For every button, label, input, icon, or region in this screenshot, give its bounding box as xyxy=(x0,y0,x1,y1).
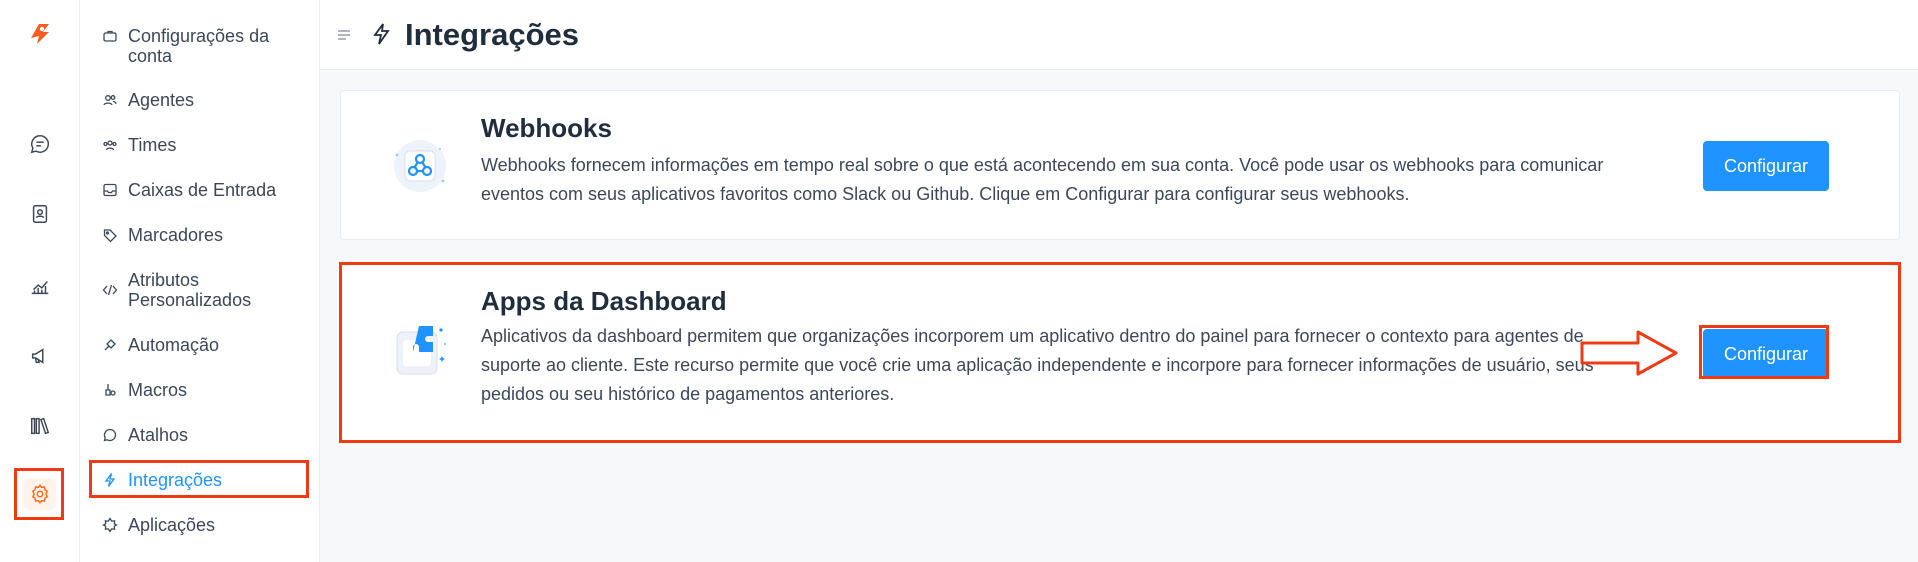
people-icon xyxy=(102,92,118,108)
contacts-icon[interactable] xyxy=(24,198,56,230)
card-title: Webhooks xyxy=(481,113,612,143)
conversations-icon[interactable] xyxy=(24,128,56,160)
sidebar-item-label: Integrações xyxy=(128,470,223,490)
card-description: Aplicativos da dashboard permitem que or… xyxy=(481,326,1594,404)
configure-dashboard-apps-button[interactable]: Configurar xyxy=(1703,329,1829,379)
sidebar-item-label: Caixas de Entrada xyxy=(128,180,277,200)
inbox-icon xyxy=(102,182,118,198)
puzzle-icon xyxy=(385,316,455,386)
page-header: Integrações xyxy=(320,0,1918,70)
webhooks-card: Webhooks Webhooks fornecem informações e… xyxy=(340,90,1900,240)
apps-icon xyxy=(102,517,118,533)
card-title: Apps da Dashboard xyxy=(481,286,727,316)
sidebar-item-label: Atalhos xyxy=(128,425,189,445)
chatwoot-logo[interactable] xyxy=(25,18,55,48)
arrow-annotation-icon xyxy=(1580,330,1678,376)
library-icon[interactable] xyxy=(24,410,56,442)
campaigns-icon[interactable] xyxy=(24,340,56,372)
webhook-icon xyxy=(385,131,455,201)
chat-shortcut-icon xyxy=(102,427,118,443)
bolt-icon xyxy=(370,22,392,46)
configure-webhooks-button[interactable]: Configurar xyxy=(1703,141,1829,191)
sidebar-item-label: Configurações da conta xyxy=(128,26,270,66)
code-icon xyxy=(102,282,118,298)
card-description: Webhooks fornecem informações em tempo r… xyxy=(481,155,1604,204)
bolt-icon xyxy=(102,472,118,488)
reports-icon[interactable] xyxy=(24,270,56,302)
settings-sidebar: Configurações da conta Agentes Times Cai… xyxy=(80,0,320,562)
sidebar-item-label: Times xyxy=(128,135,177,155)
sidebar-item-label: Automação xyxy=(128,335,220,355)
sidebar-item-label: Aplicações xyxy=(128,515,216,535)
team-icon xyxy=(102,137,118,153)
settings-icon[interactable] xyxy=(24,478,56,510)
macro-icon xyxy=(102,382,118,398)
sidebar-item-label: Marcadores xyxy=(128,225,224,245)
sidebar-item-label: Macros xyxy=(128,380,188,400)
sidebar-item-label: Agentes xyxy=(128,90,195,110)
sidebar-item-label: Atributos Personalizados xyxy=(128,270,252,310)
tag-icon xyxy=(102,227,118,243)
page-title: Integrações xyxy=(405,17,580,52)
briefcase-icon xyxy=(102,28,118,44)
primary-rail xyxy=(0,0,80,562)
menu-toggle-icon[interactable] xyxy=(336,27,352,43)
automation-icon xyxy=(102,337,118,353)
